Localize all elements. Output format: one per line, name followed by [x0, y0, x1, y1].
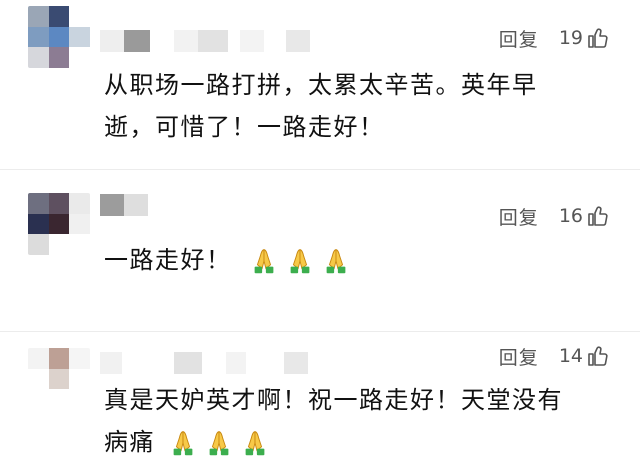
- comment-text-line: 病痛: [104, 421, 610, 463]
- folded-hands-icon: [254, 249, 274, 274]
- thumbs-up-icon[interactable]: [586, 204, 610, 228]
- comment-item: 回复 14 真是天妒英才啊！祝一路走好！天堂没有 病痛: [0, 332, 640, 463]
- like-count: 16: [558, 205, 583, 227]
- like-count: 14: [558, 345, 583, 367]
- avatar[interactable]: [28, 193, 90, 255]
- comment-text-line: 一路走好！: [104, 239, 610, 281]
- comment-actions: 回复 19: [499, 24, 610, 52]
- folded-hands-icon: [173, 431, 193, 456]
- comment-item: 回复 19 从职场一路打拼，太累太辛苦。英年早 逝，可惜了！一路走好！: [0, 0, 640, 170]
- folded-hands-icon: [209, 431, 229, 456]
- avatar[interactable]: [28, 348, 90, 410]
- comment-text-line: 逝，可惜了！一路走好！: [104, 113, 385, 141]
- folded-hands-icon: [290, 249, 310, 274]
- comment-actions: 回复 14: [499, 342, 610, 370]
- comment-text-line: 真是天妒英才啊！祝一路走好！天堂没有: [104, 386, 563, 414]
- username[interactable]: [100, 352, 308, 374]
- folded-hands-icon: [326, 249, 346, 274]
- thumbs-up-icon[interactable]: [586, 344, 610, 368]
- comment-text: 真是天妒英才啊！祝一路走好！天堂没有 病痛: [104, 379, 610, 463]
- like-count: 19: [558, 27, 583, 49]
- thumbs-up-icon[interactable]: [586, 26, 610, 50]
- comment-text: 一路走好！: [104, 239, 610, 281]
- folded-hands-icon: [245, 431, 265, 456]
- comment-text: 从职场一路打拼，太累太辛苦。英年早 逝，可惜了！一路走好！: [104, 64, 610, 148]
- comment-text-line: 从职场一路打拼，太累太辛苦。英年早: [104, 71, 538, 99]
- emoji-group: [168, 428, 270, 458]
- avatar[interactable]: [28, 6, 90, 68]
- comment-text-span: 一路走好！: [104, 246, 232, 274]
- emoji-group: [249, 246, 351, 276]
- username[interactable]: [100, 30, 310, 52]
- reply-button[interactable]: 回复: [499, 343, 539, 370]
- reply-button[interactable]: 回复: [499, 25, 539, 52]
- username[interactable]: [100, 194, 148, 216]
- comment-actions: 回复 16: [499, 202, 610, 230]
- comment-text-span: 病痛: [104, 428, 155, 456]
- reply-button[interactable]: 回复: [499, 203, 539, 230]
- comment-item: 回复 16 一路走好！: [0, 170, 640, 332]
